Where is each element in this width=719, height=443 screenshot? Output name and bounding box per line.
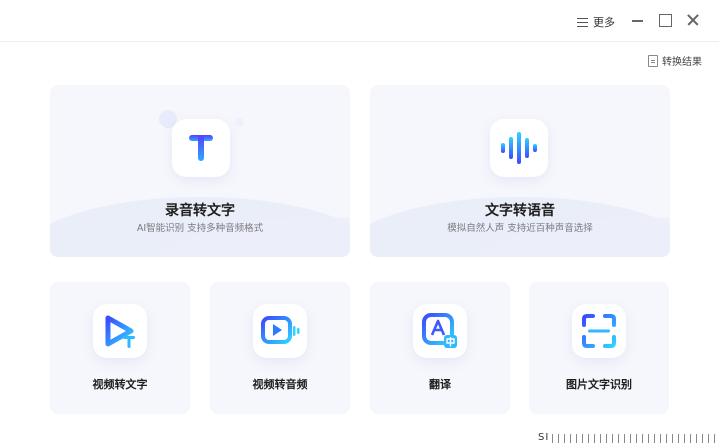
watermark-text: SI [538, 432, 550, 443]
conversion-results-label: 转换结果 [662, 57, 702, 68]
translate-card[interactable]: 翻译 [370, 282, 510, 414]
minimize-button[interactable] [630, 12, 646, 28]
image-ocr-title: 图片文字识别 [566, 378, 632, 391]
title-bar: 更多 [0, 0, 719, 42]
record-to-text-title: 录音转文字 [165, 203, 235, 219]
record-to-text-subtitle: AI智能识别 支持多种音频格式 [136, 223, 264, 234]
close-button[interactable] [685, 12, 701, 28]
maximize-button[interactable] [657, 12, 673, 28]
video-to-text-card[interactable]: 视频转文字 [50, 282, 190, 414]
scan-icon [572, 304, 626, 358]
decorative-circle [235, 118, 244, 127]
image-ocr-card[interactable]: 图片文字识别 [529, 282, 669, 414]
letter-t-icon [172, 119, 230, 177]
video-to-audio-card[interactable]: 视频转音频 [210, 282, 350, 414]
app-window: 更多 转换结果 录音转文字 AI智能识别 支持多种音频格式 文字转语音 模拟自然… [0, 0, 719, 443]
watermark-bar [552, 434, 719, 443]
document-icon [648, 54, 658, 67]
translate-title: 翻译 [429, 378, 451, 391]
text-to-speech-card[interactable]: 文字转语音 模拟自然人声 支持近百种声音选择 [370, 85, 670, 257]
more-menu-label: 更多 [593, 16, 615, 29]
play-t-icon [93, 304, 147, 358]
video-to-audio-title: 视频转音频 [252, 378, 308, 391]
video-to-text-title: 视频转文字 [92, 378, 148, 391]
record-to-text-card[interactable]: 录音转文字 AI智能识别 支持多种音频格式 [50, 85, 350, 257]
translate-icon [413, 304, 467, 358]
hamburger-icon [577, 17, 588, 27]
conversion-results-button[interactable]: 转换结果 [648, 53, 702, 68]
text-to-speech-title: 文字转语音 [485, 203, 555, 219]
text-to-speech-subtitle: 模拟自然人声 支持近百种声音选择 [447, 223, 593, 234]
more-menu-button[interactable]: 更多 [577, 13, 615, 31]
sound-wave-icon [490, 119, 548, 177]
video-audio-icon [253, 304, 307, 358]
